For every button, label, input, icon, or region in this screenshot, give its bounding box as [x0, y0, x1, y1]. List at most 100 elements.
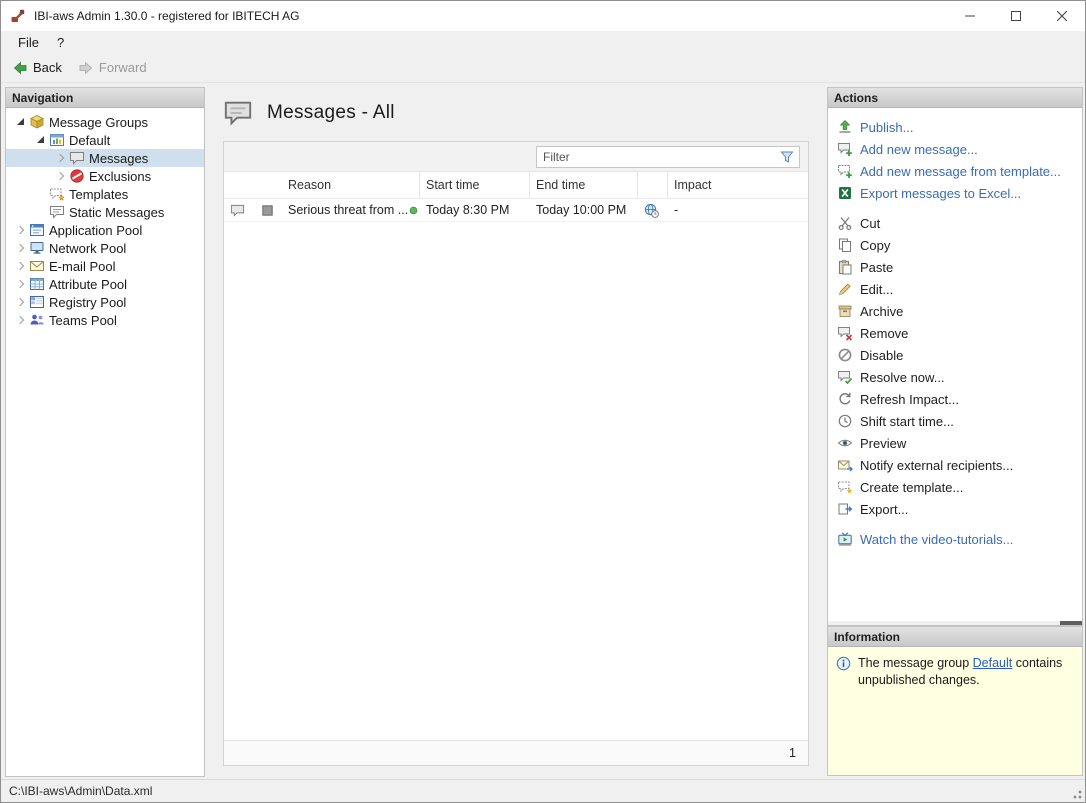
- tree-item-message-groups[interactable]: Message Groups: [6, 113, 204, 131]
- reason-text: Serious threat from ...: [288, 203, 408, 217]
- tree-item-application-pool[interactable]: Application Pool: [6, 221, 204, 239]
- action-notify-external-recipients[interactable]: Notify external recipients...: [828, 454, 1082, 476]
- export-icon: [837, 501, 853, 517]
- back-button[interactable]: Back: [12, 60, 62, 76]
- action-archive[interactable]: Archive: [828, 300, 1082, 322]
- tree-item-label: Application Pool: [49, 223, 142, 238]
- action-label: Add new message...: [860, 142, 978, 157]
- clock-icon: [837, 413, 853, 429]
- table-footer: 1: [224, 740, 808, 765]
- action-add-new-message-from-template[interactable]: Add new message from template...: [828, 160, 1082, 182]
- disable-icon: [837, 347, 853, 363]
- action-preview[interactable]: Preview: [828, 432, 1082, 454]
- tree-item-attribute-pool[interactable]: Attribute Pool: [6, 275, 204, 293]
- toolbar: Back Forward: [1, 53, 1085, 83]
- expander-placeholder: [32, 204, 48, 220]
- tree-item-templates[interactable]: Templates: [6, 185, 204, 203]
- column-reason[interactable]: Reason: [282, 172, 420, 198]
- close-button[interactable]: [1039, 1, 1085, 31]
- cell-start-time: Today 8:30 PM: [420, 199, 530, 221]
- action-disable[interactable]: Disable: [828, 344, 1082, 366]
- action-label: Resolve now...: [860, 370, 945, 385]
- tree-item-network-pool[interactable]: Network Pool: [6, 239, 204, 257]
- tree-item-messages[interactable]: Messages: [6, 149, 204, 167]
- action-refresh-impact[interactable]: Refresh Impact...: [828, 388, 1082, 410]
- action-cut[interactable]: Cut: [828, 212, 1082, 234]
- paste-icon: [837, 259, 853, 275]
- expander-placeholder: [32, 186, 48, 202]
- information-text: The message group Default contains unpub…: [858, 655, 1074, 688]
- action-label: Export...: [860, 502, 908, 517]
- column-start-time[interactable]: Start time: [420, 172, 530, 198]
- action-export[interactable]: Export...: [828, 498, 1082, 520]
- action-resolve-now[interactable]: Resolve now...: [828, 366, 1082, 388]
- action-add-new-message[interactable]: Add new message...: [828, 138, 1082, 160]
- information-message: The message group Default contains unpub…: [828, 647, 1082, 775]
- action-label: Publish...: [860, 120, 913, 135]
- expander-expanded-icon[interactable]: [12, 114, 28, 130]
- column-end-time[interactable]: End time: [530, 172, 638, 198]
- action-remove[interactable]: Remove: [828, 322, 1082, 344]
- action-edit[interactable]: Edit...: [828, 278, 1082, 300]
- action-watch-video-tutorials[interactable]: Watch the video-tutorials...: [828, 528, 1082, 550]
- filter-box: [536, 146, 800, 168]
- filter-strip: [224, 142, 808, 172]
- navigation-header: Navigation: [6, 88, 204, 108]
- menu-file[interactable]: File: [9, 33, 48, 52]
- expander-collapsed-icon[interactable]: [12, 276, 28, 292]
- information-text-before: The message group: [858, 656, 973, 670]
- actions-horizontal-scrollbar[interactable]: [828, 621, 1082, 625]
- remove-icon: [837, 325, 853, 341]
- tree-item-label: Message Groups: [49, 115, 148, 130]
- expander-collapsed-icon[interactable]: [12, 312, 28, 328]
- actions-header: Actions: [828, 88, 1082, 108]
- action-label: Paste: [860, 260, 893, 275]
- default-group-link[interactable]: Default: [973, 656, 1013, 670]
- tree-item-default[interactable]: Default: [6, 131, 204, 149]
- maximize-button[interactable]: [993, 1, 1039, 31]
- filter-input[interactable]: [537, 150, 778, 164]
- tree-item-static-messages[interactable]: Static Messages: [6, 203, 204, 221]
- page-title: Messages - All: [267, 102, 395, 124]
- tree-item-teams-pool[interactable]: Teams Pool: [6, 311, 204, 329]
- action-export-messages-to-excel[interactable]: Export messages to Excel...: [828, 182, 1082, 204]
- expander-collapsed-icon[interactable]: [52, 150, 68, 166]
- action-create-template[interactable]: Create template...: [828, 476, 1082, 498]
- expander-collapsed-icon[interactable]: [12, 222, 28, 238]
- minimize-button[interactable]: [947, 1, 993, 31]
- column-impact[interactable]: Impact: [668, 172, 808, 198]
- expander-collapsed-icon[interactable]: [52, 168, 68, 184]
- resize-grip-icon[interactable]: [1069, 786, 1082, 799]
- action-label: Archive: [860, 304, 903, 319]
- cell-end-time: Today 10:00 PM: [530, 199, 638, 221]
- forward-button[interactable]: Forward: [78, 60, 147, 76]
- copy-icon: [837, 237, 853, 253]
- impact-text: -: [674, 203, 678, 217]
- end-time-text: Today 10:00 PM: [536, 203, 626, 217]
- status-bar: C:\IBI-aws\Admin\Data.xml: [1, 779, 1085, 802]
- action-label: Export messages to Excel...: [860, 186, 1021, 201]
- expander-collapsed-icon[interactable]: [12, 240, 28, 256]
- status-square-icon: [260, 203, 275, 218]
- add-from-template-icon: [837, 163, 853, 179]
- tree-item-email-pool[interactable]: E-mail Pool: [6, 257, 204, 275]
- menu-help[interactable]: ?: [48, 33, 73, 52]
- messages-list-card: Reason Start time End time Impact Seriou…: [223, 141, 809, 766]
- message-group-icon: [49, 132, 65, 148]
- action-copy[interactable]: Copy: [828, 234, 1082, 256]
- expander-expanded-icon[interactable]: [32, 132, 48, 148]
- filter-funnel-icon[interactable]: [778, 149, 796, 165]
- tree-item-registry-pool[interactable]: Registry Pool: [6, 293, 204, 311]
- table-row[interactable]: Serious threat from ... Today 8:30 PM To…: [224, 199, 808, 222]
- edit-icon: [837, 281, 853, 297]
- action-publish[interactable]: Publish...: [828, 116, 1082, 138]
- expander-collapsed-icon[interactable]: [12, 294, 28, 310]
- forward-label: Forward: [99, 60, 147, 75]
- scrollbar-thumb[interactable]: [1060, 621, 1082, 625]
- action-paste[interactable]: Paste: [828, 256, 1082, 278]
- action-shift-start-time[interactable]: Shift start time...: [828, 410, 1082, 432]
- expander-collapsed-icon[interactable]: [12, 258, 28, 274]
- start-time-text: Today 8:30 PM: [426, 203, 509, 217]
- window-title: IBI-aws Admin 1.30.0 - registered for IB…: [34, 9, 299, 23]
- tree-item-exclusions[interactable]: Exclusions: [6, 167, 204, 185]
